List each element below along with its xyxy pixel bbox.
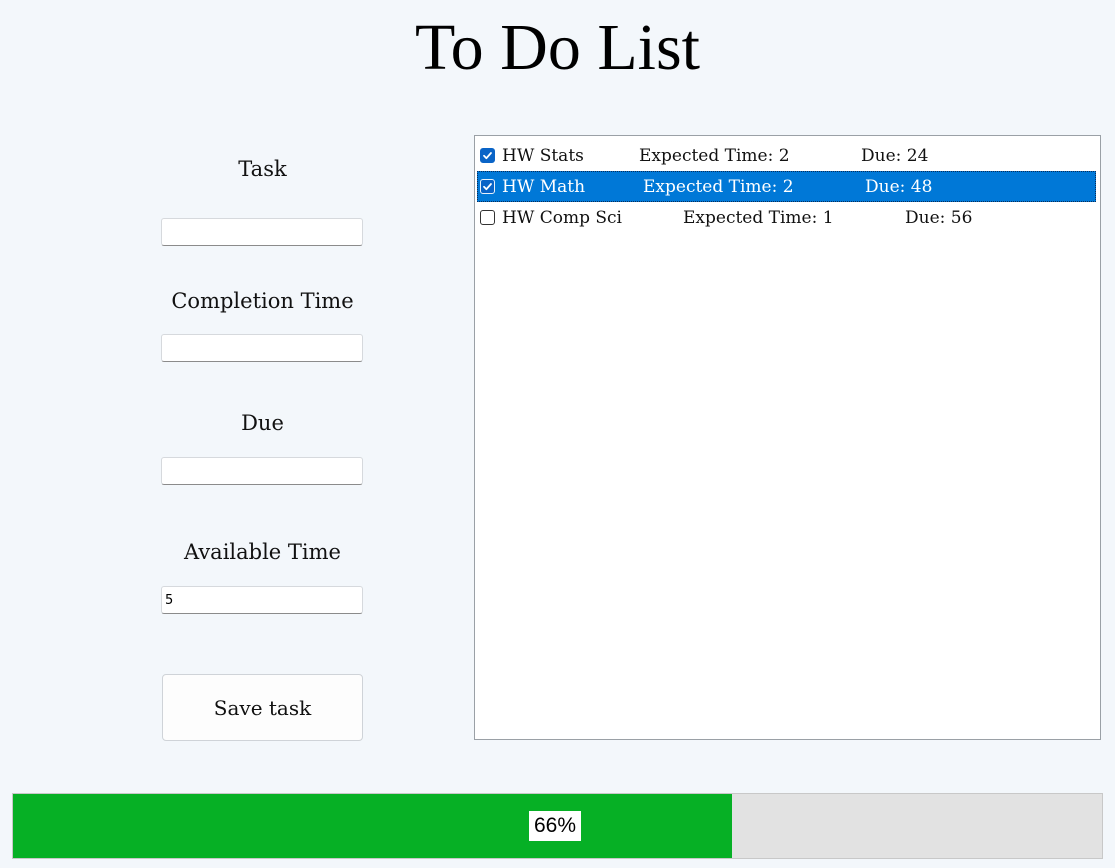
progress-bar: 66% bbox=[12, 793, 1103, 859]
progress-label: 66% bbox=[529, 811, 582, 841]
completion-time-input[interactable] bbox=[161, 334, 363, 362]
available-time-input[interactable] bbox=[161, 586, 363, 614]
checkmark-icon bbox=[483, 183, 492, 191]
task-due: Due: 24 bbox=[861, 145, 929, 166]
task-list-item[interactable]: HW Math Expected Time: 2 Due: 48 bbox=[477, 171, 1096, 202]
task-due: Due: 48 bbox=[865, 176, 933, 197]
task-list[interactable]: HW Stats Expected Time: 2 Due: 24 HW Math Ex… bbox=[474, 135, 1101, 740]
due-input[interactable] bbox=[161, 457, 363, 485]
task-expected-time: Expected Time: 2 bbox=[639, 145, 790, 166]
task-input[interactable] bbox=[161, 218, 363, 246]
task-label: Task bbox=[238, 157, 287, 181]
task-list-item[interactable]: HW Comp Sci Expected Time: 1 Due: 56 bbox=[477, 202, 1098, 233]
task-due: Due: 56 bbox=[905, 207, 973, 228]
task-checkbox[interactable] bbox=[480, 148, 495, 163]
task-expected-time: Expected Time: 1 bbox=[683, 207, 834, 228]
page-title: To Do List bbox=[414, 11, 701, 84]
task-name: HW Math bbox=[502, 176, 586, 197]
task-checkbox[interactable] bbox=[480, 210, 495, 225]
save-task-button[interactable]: Save task bbox=[162, 674, 363, 741]
task-checkbox[interactable] bbox=[480, 179, 495, 194]
task-list-item[interactable]: HW Stats Expected Time: 2 Due: 24 bbox=[477, 140, 1098, 171]
due-label: Due bbox=[241, 411, 284, 435]
task-expected-time: Expected Time: 2 bbox=[643, 176, 794, 197]
available-time-label: Available Time bbox=[184, 540, 341, 564]
progress-fill bbox=[13, 794, 732, 858]
task-name: HW Stats bbox=[502, 145, 584, 166]
task-name: HW Comp Sci bbox=[502, 207, 622, 228]
completion-time-label: Completion Time bbox=[171, 289, 354, 313]
checkmark-icon bbox=[483, 152, 492, 160]
